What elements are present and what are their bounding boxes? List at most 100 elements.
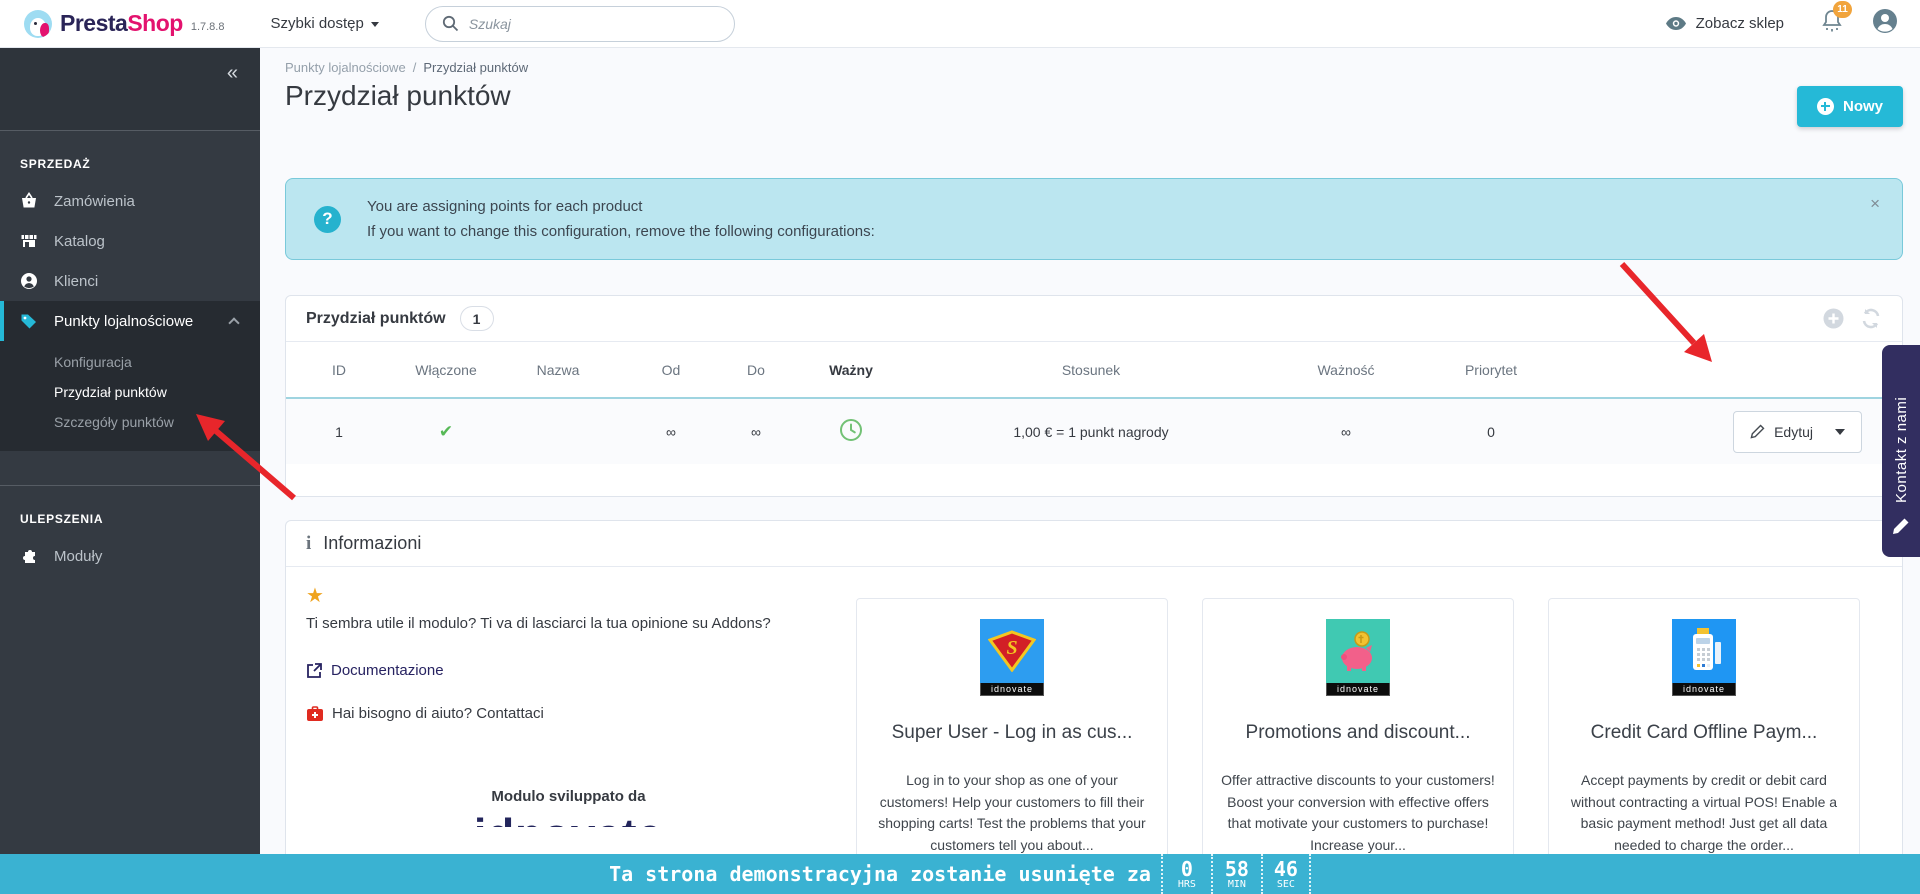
info-alert: ? You are assigning points for each prod… xyxy=(285,178,1903,260)
breadcrumb-parent[interactable]: Punkty lojalnościowe xyxy=(285,60,406,75)
demo-countdown-bar: Ta strona demonstracyjna zostanie usunię… xyxy=(0,854,1920,894)
pos-terminal-module-icon xyxy=(1672,619,1736,683)
col-header-validity[interactable]: Ważność xyxy=(1266,342,1426,399)
contact-help-link[interactable]: Hai bisogno di aiuto? Contattaci xyxy=(306,705,831,722)
module-card-title: Credit Card Offline Paym... xyxy=(1590,722,1818,743)
countdown-unit-label: HRS xyxy=(1177,878,1196,890)
search-input[interactable] xyxy=(468,15,689,32)
prestashop-mascot-icon xyxy=(24,9,52,38)
module-card-description: Accept payments by credit or debit card … xyxy=(1570,772,1838,854)
chevron-down-icon xyxy=(370,22,379,27)
quick-access-label: Szybki dostęp xyxy=(270,15,364,32)
topbar: PrestaShop 1.7.8.8 Szybki dostęp Zobacz … xyxy=(0,0,1920,48)
countdown-value: 58 xyxy=(1224,856,1249,881)
sidebar-item-customers[interactable]: Klienci xyxy=(0,261,260,301)
table-row[interactable]: 1 ✔ ∞ ∞ 1,00 € = 1 punkt nagrody ∞ 0 Edy… xyxy=(286,398,1902,464)
col-header-valid[interactable]: Ważny xyxy=(786,342,916,399)
plus-icon xyxy=(1816,98,1834,115)
submenu-item-points-allocation[interactable]: Przydział punktów xyxy=(0,377,260,407)
submenu-item-points-details[interactable]: Szczegóły punktów xyxy=(0,407,260,437)
module-card-description: Log in to your shop as one of your custo… xyxy=(878,772,1146,854)
external-link-icon xyxy=(307,663,322,678)
col-header-to[interactable]: Do xyxy=(726,342,786,399)
view-shop-link[interactable]: Zobacz sklep xyxy=(1665,15,1784,32)
basket-icon xyxy=(20,192,38,210)
sidebar-section-sales: SPRZEDAŻ xyxy=(20,157,91,171)
contact-us-tab[interactable]: Kontakt z nami xyxy=(1882,345,1920,557)
new-button[interactable]: Nowy xyxy=(1796,86,1903,127)
view-shop-label: Zobacz sklep xyxy=(1695,15,1784,32)
countdown-hours: 0 HRS xyxy=(1160,854,1211,894)
col-header-name[interactable]: Nazwa xyxy=(500,342,616,399)
first-aid-icon xyxy=(307,705,323,721)
col-header-actions xyxy=(1556,342,1902,399)
add-icon[interactable] xyxy=(1823,308,1844,329)
informazioni-panel: i Informazioni ★ Ti sembra utile il modu… xyxy=(285,520,1903,894)
breadcrumb-current: Przydział punktów xyxy=(423,60,529,75)
chevron-up-icon xyxy=(228,317,240,329)
module-card-credit-card[interactable]: idnovate Credit Card Offline Paym... Acc… xyxy=(1548,598,1860,894)
brand-presta: Presta xyxy=(60,10,128,36)
cell-validity: ∞ xyxy=(1266,398,1426,464)
sidebar-item-catalog[interactable]: Katalog xyxy=(0,221,260,261)
enabled-check-icon[interactable]: ✔ xyxy=(439,422,453,441)
edit-button[interactable]: Edytuj xyxy=(1733,410,1862,453)
svg-text:S: S xyxy=(1006,637,1017,659)
loyalty-submenu: Konfiguracja Przydział punktów Szczegóły… xyxy=(0,341,260,451)
developer-logo: idnovate xyxy=(306,809,831,827)
breadcrumb-separator: / xyxy=(412,60,417,75)
storefront-icon xyxy=(20,232,38,250)
sidebar-item-label: Klienci xyxy=(54,272,99,290)
sidebar-item-label: Katalog xyxy=(54,232,105,250)
page-title: Przydział punktów xyxy=(285,80,511,111)
prestashop-logo[interactable]: Presta Shop 1.7.8.8 xyxy=(24,9,225,38)
col-header-id[interactable]: ID xyxy=(286,342,392,399)
feedback-text: Ti sembra utile il modulo? Ti va di lasc… xyxy=(306,615,771,632)
sidebar-item-label: Punkty lojalnościowe xyxy=(54,312,194,330)
idnovate-brand-label: idnovate xyxy=(980,683,1044,696)
col-header-ratio[interactable]: Stosunek xyxy=(916,342,1266,399)
alert-line1: You are assigning points for each produc… xyxy=(367,198,643,215)
sidebar-collapse-button[interactable]: « xyxy=(227,62,238,85)
documentation-link-label: Documentazione xyxy=(331,662,444,679)
col-header-enabled[interactable]: Włączone xyxy=(392,342,500,399)
person-icon xyxy=(20,272,38,290)
notifications-button[interactable]: 11 xyxy=(1822,1,1852,37)
sidebar-section-improve: ULEPSZENIA xyxy=(20,512,104,526)
question-mark-icon: ? xyxy=(314,205,341,233)
alert-close-icon[interactable]: × xyxy=(1870,195,1880,212)
sidebar-item-modules[interactable]: Moduły xyxy=(0,536,260,576)
contact-us-label: Kontakt z nami xyxy=(1892,396,1910,503)
sidebar-item-loyalty-points[interactable]: Punkty lojalnościowe xyxy=(0,301,260,341)
refresh-icon[interactable] xyxy=(1860,308,1882,329)
contact-help-label: Hai bisogno di aiuto? Contattaci xyxy=(332,705,544,722)
quick-access-dropdown[interactable]: Szybki dostęp xyxy=(270,15,379,32)
countdown-unit-label: SEC xyxy=(1276,878,1295,890)
panel-title: Przydział punktów xyxy=(306,309,446,327)
search-box[interactable] xyxy=(424,5,735,42)
module-cards: S idnovate Super User - Log in as cus...… xyxy=(856,598,1860,894)
piggy-bank-module-icon xyxy=(1326,619,1390,683)
module-card-super-user[interactable]: S idnovate Super User - Log in as cus...… xyxy=(856,598,1168,894)
submenu-item-configuration[interactable]: Konfiguracja xyxy=(0,347,260,377)
user-avatar[interactable] xyxy=(1872,8,1898,39)
sidebar-top-block: « xyxy=(0,48,260,130)
col-header-priority[interactable]: Priorytet xyxy=(1426,342,1556,399)
countdown-unit-label: MIN xyxy=(1227,878,1246,890)
pencil-icon xyxy=(1750,424,1765,439)
main-content: Punkty lojalnościowe / Przydział punktów P… xyxy=(260,48,1920,894)
version-label: 1.7.8.8 xyxy=(190,20,225,33)
puzzle-icon xyxy=(20,547,38,565)
sidebar-item-orders[interactable]: Zamówienia xyxy=(0,181,260,221)
row-count-badge: 1 xyxy=(459,306,494,331)
col-header-from[interactable]: Od xyxy=(616,342,726,399)
new-button-label: Nowy xyxy=(1842,98,1883,115)
documentation-link[interactable]: Documentazione xyxy=(306,662,831,679)
table-header-row: ID Włączone Nazwa Od Do Ważny Stosunek W… xyxy=(286,342,1902,399)
informazioni-title: Informazioni xyxy=(323,533,422,553)
cell-ratio: 1,00 € = 1 punkt nagrody xyxy=(916,398,1266,464)
module-card-promotions[interactable]: idnovate Promotions and discount... Offe… xyxy=(1202,598,1514,894)
brand-shop: Shop xyxy=(127,10,183,36)
user-avatar-icon xyxy=(1873,9,1897,33)
edit-dropdown-caret-icon[interactable] xyxy=(1835,428,1845,435)
